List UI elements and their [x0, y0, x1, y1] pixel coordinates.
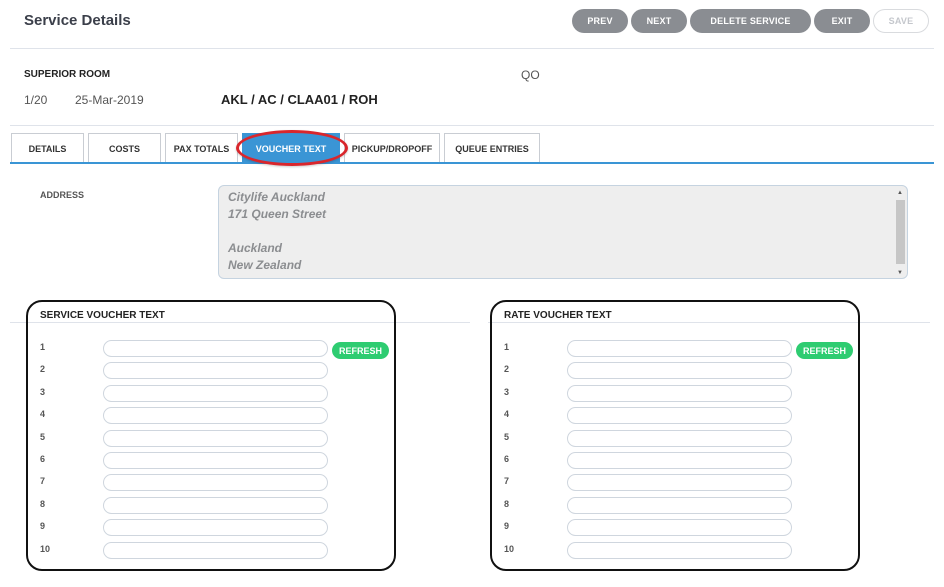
tab-queue-entries[interactable]: QUEUE ENTRIES	[444, 133, 540, 163]
row-number: 6	[40, 454, 46, 464]
row-number: 3	[40, 386, 46, 397]
voucher-line-input[interactable]	[103, 519, 328, 537]
scroll-down-icon[interactable]: ▼	[897, 270, 903, 276]
address-line: New Zealand	[228, 258, 302, 272]
service-voucher-refresh-button[interactable]: REFRESH	[332, 342, 389, 359]
address-line: Citylife Auckland	[228, 190, 325, 204]
scroll-up-icon[interactable]: ▲	[897, 190, 903, 196]
voucher-line-input[interactable]	[103, 340, 328, 357]
info-divider	[10, 125, 934, 126]
row-number: 7	[504, 476, 510, 487]
tab-pickup-dropoff[interactable]: PICKUP/DROPOFF	[344, 133, 440, 163]
row-number: 7	[40, 476, 46, 487]
service-index: 1/20	[24, 93, 48, 107]
voucher-line-input[interactable]	[103, 474, 328, 492]
row-number: 4	[504, 409, 510, 420]
rate-voucher-refresh-button[interactable]: REFRESH	[796, 342, 853, 359]
row-number: 8	[504, 498, 510, 509]
tab-pax-totals[interactable]: PAX TOTALS	[165, 133, 238, 163]
voucher-line-input[interactable]	[567, 496, 792, 514]
tab-costs[interactable]: COSTS	[88, 133, 161, 163]
tab-underline	[10, 162, 934, 164]
header-divider	[10, 48, 934, 49]
row-number: 1	[504, 342, 510, 352]
voucher-line-input[interactable]	[103, 496, 328, 514]
service-voucher-panel: SERVICE VOUCHER TEXT REFRESH 1 2 3 4 5 6 7 8 9 10	[26, 300, 396, 571]
address-line: 171 Queen Street	[228, 207, 327, 221]
voucher-line-input[interactable]	[567, 541, 792, 559]
voucher-line-input[interactable]	[567, 474, 792, 492]
row-number: 4	[40, 409, 46, 420]
exit-button[interactable]: EXIT	[814, 9, 870, 33]
voucher-line-input[interactable]	[567, 407, 792, 425]
row-number: 6	[504, 454, 510, 464]
delete-service-button[interactable]: DELETE SERVICE	[690, 9, 811, 33]
voucher-line-input[interactable]	[103, 452, 328, 469]
row-number: 2	[40, 364, 46, 375]
next-button[interactable]: NEXT	[631, 9, 687, 33]
address-text: Citylife Auckland 171 Queen Street Aucklan…	[228, 189, 888, 274]
service-date: 25-Mar-2019	[75, 93, 144, 107]
row-number: 3	[504, 386, 510, 397]
rate-voucher-panel: RATE VOUCHER TEXT REFRESH 1 2 3 4 5 6 7 8 9 10	[490, 300, 860, 571]
service-voucher-title: SERVICE VOUCHER TEXT	[40, 310, 165, 321]
row-number: 8	[40, 498, 46, 509]
voucher-line-input[interactable]	[103, 429, 328, 447]
page-title: Service Details	[24, 12, 131, 29]
tab-details[interactable]: DETAILS	[11, 133, 84, 163]
row-number: 10	[40, 543, 51, 554]
room-name: SUPERIOR ROOM	[24, 69, 111, 80]
save-button[interactable]: SAVE	[873, 9, 929, 33]
voucher-line-input[interactable]	[103, 384, 328, 402]
address-line	[228, 223, 888, 240]
service-code: QO	[521, 68, 540, 82]
prev-button[interactable]: PREV	[572, 9, 628, 33]
address-line: Auckland	[228, 241, 283, 255]
voucher-line-input[interactable]	[567, 452, 792, 469]
voucher-line-input[interactable]	[567, 384, 792, 402]
address-textarea[interactable]: Citylife Auckland 171 Queen Street Aucklan…	[218, 185, 908, 279]
voucher-line-input[interactable]	[103, 407, 328, 425]
row-number: 9	[40, 521, 46, 532]
voucher-line-input[interactable]	[567, 519, 792, 537]
voucher-line-input[interactable]	[103, 362, 328, 380]
scrollbar-thumb[interactable]	[896, 200, 905, 264]
voucher-line-input[interactable]	[567, 429, 792, 447]
row-number: 9	[504, 521, 510, 532]
row-number: 5	[40, 431, 46, 442]
voucher-line-input[interactable]	[567, 340, 792, 357]
voucher-line-input[interactable]	[567, 362, 792, 380]
address-label: ADDRESS	[40, 190, 85, 200]
highlight-ring	[236, 130, 348, 166]
address-scrollbar[interactable]: ▲ ▼	[895, 190, 905, 276]
row-number: 2	[504, 364, 510, 375]
voucher-line-input[interactable]	[103, 541, 328, 559]
row-number: 5	[504, 431, 510, 442]
service-route: AKL / AC / CLAA01 / ROH	[221, 92, 378, 107]
row-number: 1	[40, 342, 46, 352]
rate-voucher-title: RATE VOUCHER TEXT	[504, 310, 612, 321]
row-number: 10	[504, 543, 515, 554]
